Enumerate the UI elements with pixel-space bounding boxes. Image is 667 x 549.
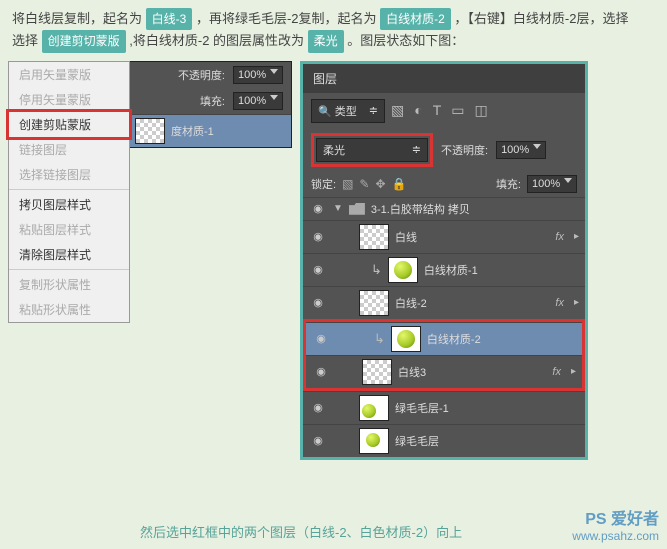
opacity-field[interactable]: 100% [233,66,283,84]
fx-badge[interactable]: fx [555,231,564,243]
filter-type-icon[interactable]: T [433,102,442,119]
layer-row[interactable]: ◉ 白线-2 fx ▸ [303,286,585,319]
partial-layers-panel: 不透明度: 100% 填充: 100% 度材质-1 [128,61,292,148]
filter-shape-icon[interactable]: ▭ [451,102,464,119]
visibility-toggle[interactable]: ◉ [312,332,330,345]
instruction-text: 将白线层复制，起名为 白线-3 ，再将绿毛毛层-2复制，起名为 白线材质-2 ，… [0,0,667,61]
lock-all-icon[interactable]: 🔒 [392,177,407,191]
blend-mode-highlight: 柔光≑ [311,133,433,167]
fill-field[interactable]: 100% [527,175,577,193]
menu-link-layers[interactable]: 链接图层 [9,137,129,162]
menu-clear-style[interactable]: 清除图层样式 [9,242,129,267]
fill-field[interactable]: 100% [233,92,283,110]
fx-badge[interactable]: fx [552,366,561,378]
layer-thumb [391,326,421,352]
filter-type-dropdown[interactable]: 🔍 类型≑ [311,99,385,123]
panel-title: 图层 [303,64,585,93]
layer-thumb [388,257,418,283]
visibility-toggle[interactable]: ◉ [309,296,327,309]
lock-label: 锁定: [311,176,336,192]
context-menu: 启用矢量蒙版 停用矢量蒙版 创建剪贴蒙版 链接图层 选择链接图层 拷贝图层样式 … [8,61,130,323]
visibility-toggle[interactable]: ◉ [309,401,327,414]
layer-name: 度材质-1 [171,123,285,139]
visibility-toggle[interactable]: ◉ [309,230,327,243]
tag-create-clip: 创建剪切蒙版 [42,30,126,52]
lock-transparency-icon[interactable]: ▧ [342,177,353,191]
layer-thumb [362,359,392,385]
folder-icon [349,203,365,215]
layer-row[interactable]: 度材质-1 [129,114,291,147]
expand-icon[interactable]: ▼ [333,203,343,214]
menu-paste-shape[interactable]: 粘贴形状属性 [9,297,129,322]
layer-group[interactable]: ◉ ▼ 3-1.白胶带结构 拷贝 [303,197,585,220]
lock-paint-icon[interactable]: ✎ [359,177,369,191]
layer-row[interactable]: ◉ 白线3 fx ▸ [306,355,582,388]
watermark: PS 爱好者 www.psahz.com [572,505,659,543]
filter-adjust-icon[interactable]: ◐ [414,102,422,119]
fx-badge[interactable]: fx [555,297,564,309]
tag-softlight: 柔光 [308,30,344,52]
layer-row[interactable]: ◉ 白线 fx ▸ [303,220,585,253]
opacity-label: 不透明度: [441,142,488,158]
filter-pixel-icon[interactable]: ▧ [391,102,404,119]
layer-row[interactable]: ◉ 绿毛毛层-1 [303,391,585,424]
filter-row: 🔍 类型≑ ▧ ◐ T ▭ ◫ [303,93,585,129]
layer-thumb [359,290,389,316]
fill-label: 填充: [496,176,521,192]
menu-copy-shape[interactable]: 复制形状属性 [9,272,129,297]
layer-list: ◉ ▼ 3-1.白胶带结构 拷贝 ◉ 白线 fx ▸ ◉ ↳ 白线材质-1 [303,197,585,457]
layer-thumb [359,224,389,250]
tag-baixian-mat2: 白线材质-2 [380,8,451,30]
layer-row[interactable]: ◉ ↳ 白线材质-1 [303,253,585,286]
menu-paste-style[interactable]: 粘贴图层样式 [9,217,129,242]
visibility-toggle[interactable]: ◉ [309,263,327,276]
menu-create-clipping-mask[interactable]: 创建剪贴蒙版 [6,109,132,140]
blend-mode-dropdown[interactable]: 柔光≑ [316,138,428,162]
opacity-field[interactable]: 100% [496,141,546,159]
filter-smart-icon[interactable]: ◫ [475,102,488,119]
visibility-toggle[interactable]: ◉ [309,202,327,215]
layer-thumb [359,428,389,454]
opacity-label: 不透明度: [178,67,225,83]
menu-select-linked[interactable]: 选择链接图层 [9,162,129,187]
lock-position-icon[interactable]: ✥ [375,177,385,191]
layer-thumb [135,118,165,144]
bottom-instruction: 然后选中红框中的两个图层（白线-2、白色材质-2）向上 [140,522,462,541]
fill-label: 填充: [200,93,225,109]
highlighted-layers: ◉ ↳ 白线材质-2 ◉ 白线3 fx ▸ [303,319,585,391]
menu-copy-style[interactable]: 拷贝图层样式 [9,192,129,217]
menu-item: 启用矢量蒙版 [9,62,129,87]
layer-thumb [359,395,389,421]
clip-arrow-icon: ↳ [371,262,382,278]
layer-row[interactable]: ◉ 绿毛毛层 [303,424,585,457]
tag-baixian3: 白线-3 [146,8,193,30]
visibility-toggle[interactable]: ◉ [312,365,330,378]
visibility-toggle[interactable]: ◉ [309,434,327,447]
layer-row[interactable]: ◉ ↳ 白线材质-2 [306,322,582,355]
layers-panel: 图层 🔍 类型≑ ▧ ◐ T ▭ ◫ 柔光≑ 不透明度: 100% 锁 [300,61,588,460]
clip-arrow-icon: ↳ [374,331,385,347]
